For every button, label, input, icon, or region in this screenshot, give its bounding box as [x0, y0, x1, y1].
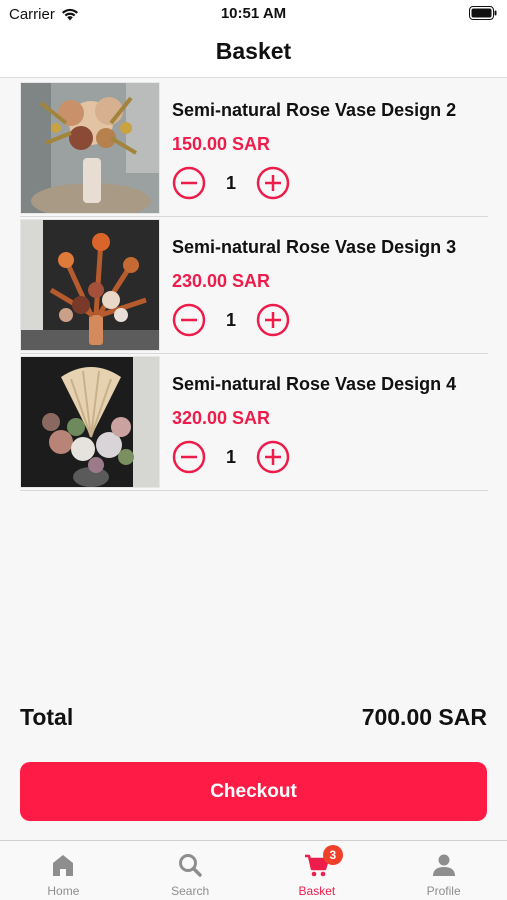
profile-icon: [432, 854, 455, 876]
tab-profile[interactable]: Profile: [380, 841, 507, 900]
minus-icon[interactable]: [172, 440, 206, 474]
tab-label: Search: [171, 884, 210, 898]
product-price: 150.00 SAR: [172, 134, 271, 154]
plus-icon[interactable]: [256, 303, 290, 337]
cart-item: Semi-natural Rose Vase Design 3 230.00 S…: [20, 217, 488, 354]
status-time: 10:51 AM: [220, 5, 287, 22]
product-name: Semi-natural Rose Vase Design 3: [172, 237, 457, 257]
cart-list: Semi-natural Rose Vase Design 2 150.00 S…: [20, 80, 488, 491]
tab-home[interactable]: Home: [0, 841, 127, 900]
quantity-value: 1: [225, 309, 236, 330]
tab-bar: Home Search 3 Basket Profile: [0, 840, 507, 900]
tab-basket[interactable]: 3 Basket: [254, 841, 381, 900]
product-image[interactable]: [20, 356, 160, 488]
cart-badge: 3: [322, 845, 343, 865]
battery-icon: [469, 6, 497, 25]
product-price: 320.00 SAR: [172, 408, 271, 428]
quantity-value: 1: [225, 172, 236, 193]
product-image[interactable]: [20, 82, 160, 214]
product-name: Semi-natural Rose Vase Design 2: [172, 100, 457, 120]
quantity-stepper: 1: [172, 440, 290, 474]
cart-item: Semi-natural Rose Vase Design 4 320.00 S…: [20, 354, 488, 491]
total-label: Total: [20, 704, 74, 730]
total-row: Total 700.00 SAR: [20, 704, 487, 736]
plus-icon[interactable]: [256, 166, 290, 200]
product-image[interactable]: [20, 219, 160, 351]
tab-search[interactable]: Search: [127, 841, 254, 900]
tab-label: Home: [47, 884, 80, 898]
plus-icon[interactable]: [256, 440, 290, 474]
minus-icon[interactable]: [172, 303, 206, 337]
product-name: Semi-natural Rose Vase Design 4: [172, 374, 457, 394]
search-icon: [179, 854, 202, 877]
tab-label: Basket: [298, 884, 336, 898]
status-bar: Carrier 10:51 AM: [0, 0, 507, 30]
page-title: Basket: [215, 38, 292, 64]
quantity-value: 1: [225, 446, 236, 467]
quantity-stepper: 1: [172, 303, 290, 337]
tab-label: Profile: [426, 884, 461, 898]
minus-icon[interactable]: [172, 166, 206, 200]
quantity-stepper: 1: [172, 166, 290, 200]
nav-bar: Basket: [0, 30, 507, 78]
cart-item: Semi-natural Rose Vase Design 2 150.00 S…: [20, 80, 488, 217]
home-icon: [53, 855, 74, 876]
product-price: 230.00 SAR: [172, 271, 271, 291]
checkout-button[interactable]: Checkout: [20, 762, 487, 821]
total-value: 700.00 SAR: [361, 704, 487, 730]
